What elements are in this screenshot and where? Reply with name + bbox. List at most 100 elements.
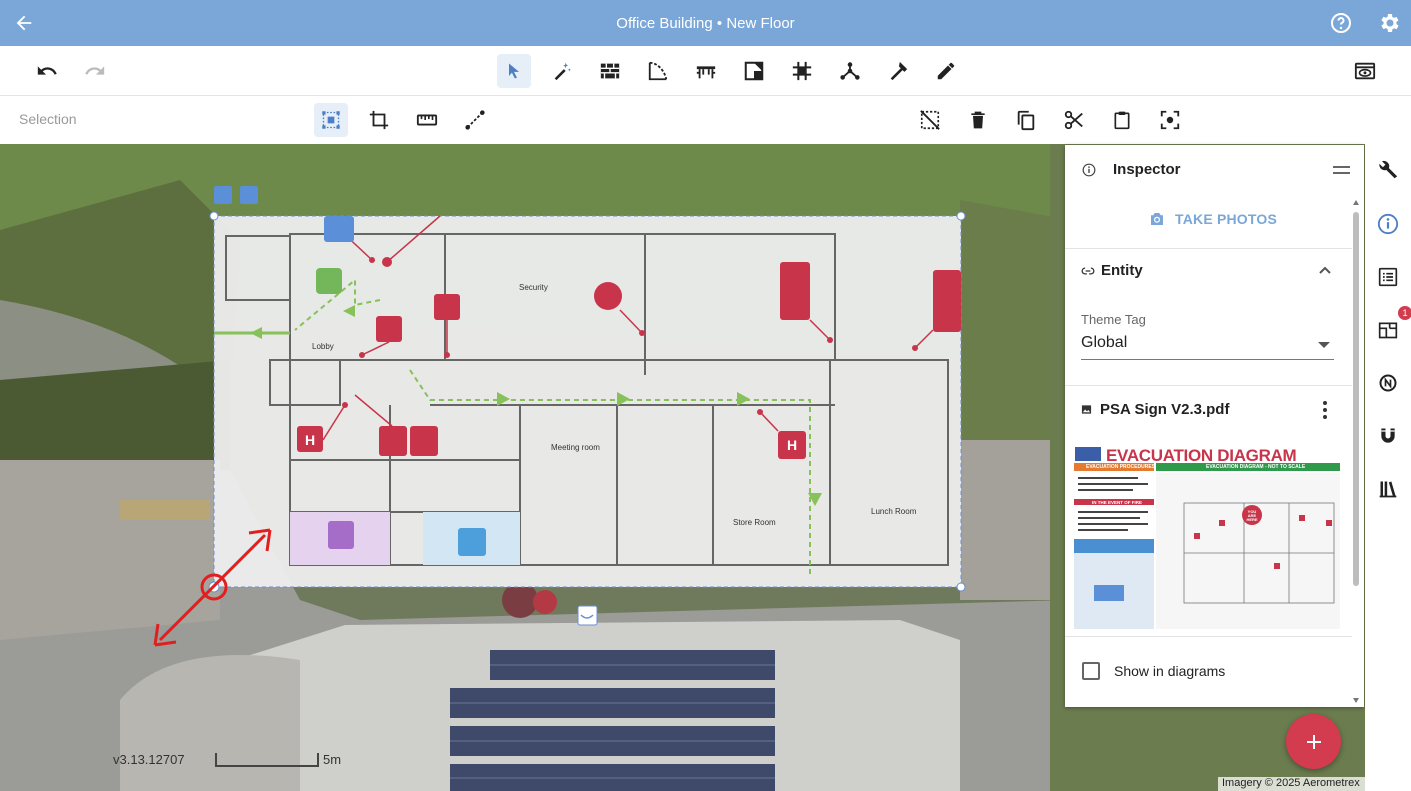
tools-button[interactable] <box>1374 156 1402 184</box>
info-icon <box>1082 163 1096 177</box>
thumbnail-title: EVACUATION DIAGRAM <box>1106 446 1297 465</box>
attachment-menu-button[interactable] <box>1320 399 1330 421</box>
delete-button[interactable] <box>961 103 995 137</box>
scale-line-icon <box>465 110 485 130</box>
selection-toolbar: Selection <box>0 96 1411 144</box>
list-icon <box>1378 267 1398 287</box>
pin-tool[interactable] <box>881 54 915 88</box>
dropdown-caret-icon <box>1318 342 1330 348</box>
scale-line-button[interactable] <box>458 103 492 137</box>
pencil-tool[interactable] <box>929 54 963 88</box>
grid-icon <box>792 61 812 81</box>
page-title: Office Building • New Floor <box>616 14 795 32</box>
crop-button[interactable] <box>362 103 396 137</box>
back-button[interactable] <box>10 9 38 37</box>
focus-frame-icon <box>1160 110 1180 130</box>
room-tool[interactable] <box>737 54 771 88</box>
table-icon <box>696 66 716 79</box>
thumbnail-subtitle: EVACUATION DIAGRAM - NOT TO SCALE <box>1206 464 1306 470</box>
list-button[interactable] <box>1374 263 1402 291</box>
arrow-left-icon <box>16 15 32 31</box>
snap-button[interactable] <box>1374 422 1402 450</box>
copy-icon <box>1017 110 1035 131</box>
room-label-meeting: Meeting room <box>551 443 600 452</box>
room-label-security: Security <box>519 283 548 292</box>
take-photos-button[interactable]: TAKE PHOTOS <box>1147 207 1277 231</box>
title-bar: Office Building • New Floor <box>0 0 1411 46</box>
pin-icon <box>890 61 908 81</box>
link-icon <box>1081 266 1095 275</box>
node-tool[interactable] <box>833 54 867 88</box>
north-button[interactable] <box>1374 369 1402 397</box>
settings-button[interactable] <box>1375 9 1403 37</box>
room-label-lunch: Lunch Room <box>871 507 917 516</box>
paste-button[interactable] <box>1105 103 1139 137</box>
view-settings-icon <box>1354 62 1376 80</box>
show-in-diagrams-checkbox[interactable] <box>1082 662 1100 680</box>
version-label: v3.13.12707 <box>113 752 185 767</box>
area-curve-icon <box>648 61 668 81</box>
focus-button[interactable] <box>1153 103 1187 137</box>
svg-text:H: H <box>305 432 315 448</box>
inspector-toggle-button[interactable] <box>1374 210 1402 238</box>
library-icon <box>1379 481 1397 498</box>
inspector-title: Inspector <box>1113 161 1181 178</box>
show-in-diagrams-row[interactable]: Show in diagrams <box>1082 662 1225 680</box>
inspector-header: Inspector <box>1065 145 1364 195</box>
magnet-icon <box>1381 428 1395 443</box>
entity-label: Entity <box>1101 262 1143 279</box>
scale-label: 5m <box>323 752 342 767</box>
imagery-attribution: Imagery © 2025 Aerometrex <box>1218 777 1365 791</box>
area-tool[interactable] <box>641 54 675 88</box>
library-button[interactable] <box>1374 475 1402 503</box>
attachment-thumbnail[interactable]: EVACUATION DIAGRAM EVACUATION DIAGRAM - … <box>1074 443 1340 629</box>
copy-button[interactable] <box>1009 103 1043 137</box>
magic-wand-tool[interactable] <box>545 54 579 88</box>
theme-tag-select[interactable]: Global <box>1081 334 1334 360</box>
select-tool[interactable] <box>497 54 531 88</box>
undo-button[interactable] <box>30 54 64 88</box>
theme-tag-label: Theme Tag <box>1081 312 1146 327</box>
image-icon <box>1081 405 1092 414</box>
inspector-scrollbar[interactable] <box>1352 200 1360 705</box>
trash-icon <box>971 111 985 129</box>
help-button[interactable] <box>1327 9 1355 37</box>
crop-icon <box>369 110 389 130</box>
deselect-icon <box>920 110 940 130</box>
view-mode-button[interactable] <box>1348 54 1382 88</box>
camera-icon <box>1151 213 1163 225</box>
more-vert-icon <box>1323 401 1327 419</box>
notification-badge: 1 <box>1398 306 1411 320</box>
measure-button[interactable] <box>410 103 444 137</box>
gear-icon <box>1381 14 1399 32</box>
compass-north-icon <box>1379 374 1397 392</box>
clipboard-icon <box>1114 111 1130 130</box>
brick-wall-icon <box>600 63 620 79</box>
floorplan-icon <box>1378 322 1398 339</box>
ruler-icon <box>416 114 438 126</box>
entity-section-header[interactable]: Entity <box>1081 262 1143 279</box>
scissors-icon <box>1064 110 1083 130</box>
furniture-tool[interactable] <box>689 54 723 88</box>
select-region-tool[interactable] <box>314 103 348 137</box>
inspector-panel: Inspector TAKE PHOTOS Entity Theme Tag G… <box>1065 145 1364 707</box>
thumbnail-event-of-fire: IN THE EVENT OF FIRE <box>1092 500 1143 505</box>
scale-bar <box>215 753 319 767</box>
undo-icon <box>37 66 57 75</box>
select-region-icon <box>322 111 340 129</box>
wall-tool[interactable] <box>593 54 627 88</box>
chevron-up-icon[interactable] <box>1318 265 1332 275</box>
cut-button[interactable] <box>1057 103 1091 137</box>
redo-button[interactable] <box>78 54 112 88</box>
attachment-row[interactable]: PSA Sign V2.3.pdf <box>1081 401 1229 418</box>
layers-button[interactable] <box>1374 316 1402 344</box>
right-rail <box>1365 144 1411 791</box>
deselect-button[interactable] <box>913 103 947 137</box>
add-button[interactable] <box>1286 714 1341 769</box>
thumbnail-procedures: EVACUATION PROCEDURES <box>1086 464 1155 470</box>
info-outline-icon <box>1377 213 1399 235</box>
drag-handle-icon[interactable] <box>1333 165 1350 175</box>
divider <box>1065 636 1352 637</box>
grid-tool[interactable] <box>785 54 819 88</box>
mode-label: Selection <box>19 111 77 127</box>
